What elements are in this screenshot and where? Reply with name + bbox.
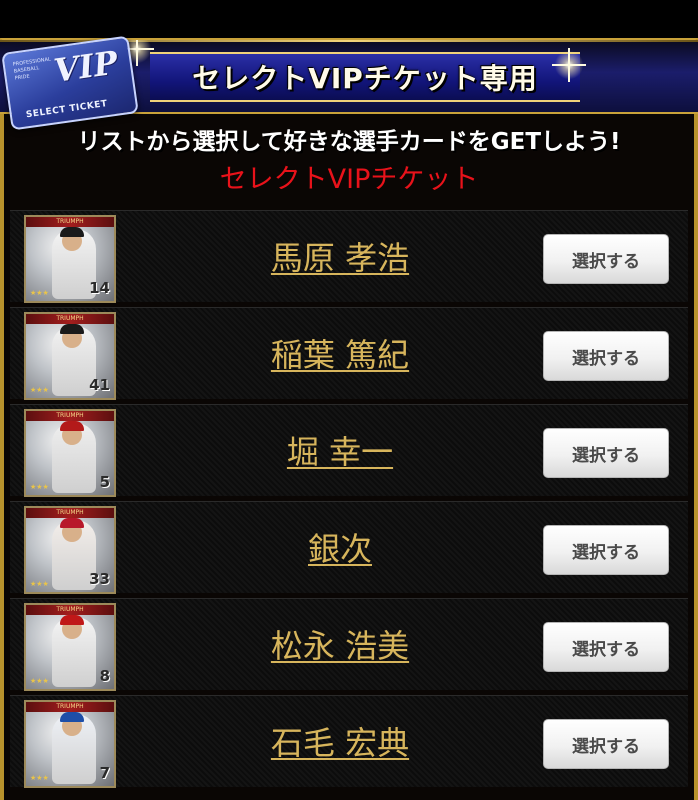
uniform-number: 8 <box>99 667 110 685</box>
select-button[interactable]: 選択する <box>543 428 669 478</box>
ticket-tiny-text: PROFESSIONAL BASEBALL PRIDE <box>12 56 52 82</box>
ticket-type-label: セレクトVIPチケット <box>219 164 479 195</box>
player-cap <box>60 227 84 237</box>
player-card-image[interactable]: TRIUMPH ★★★ 7 <box>24 700 116 788</box>
player-name-link[interactable]: 銀次 <box>190 524 490 570</box>
rating-stars-icon: ★★★ <box>30 483 49 491</box>
list-item: TRIUMPH ★★★ 5 堀 幸一 選択する <box>10 404 688 497</box>
player-card-image[interactable]: TRIUMPH ★★★ 8 <box>24 603 116 691</box>
player-cap <box>60 324 84 334</box>
player-name-link[interactable]: 松永 浩美 <box>190 621 490 667</box>
ticket-vip-logo: VIP <box>51 43 121 90</box>
player-name-link[interactable]: 馬原 孝浩 <box>190 233 490 279</box>
select-button[interactable]: 選択する <box>543 719 669 769</box>
select-button[interactable]: 選択する <box>543 622 669 672</box>
rating-stars-icon: ★★★ <box>30 677 49 685</box>
player-name-link[interactable]: 堀 幸一 <box>190 427 490 473</box>
uniform-number: 7 <box>99 764 110 782</box>
list-item: TRIUMPH ★★★ 33 銀次 選択する <box>10 501 688 594</box>
ticket-select-label: SELECT TICKET <box>25 99 109 121</box>
player-cap <box>60 518 84 528</box>
select-button[interactable]: 選択する <box>543 525 669 575</box>
player-card-image[interactable]: TRIUMPH ★★★ 33 <box>24 506 116 594</box>
rating-stars-icon: ★★★ <box>30 289 49 297</box>
player-cap <box>60 615 84 625</box>
player-card-image[interactable]: TRIUMPH ★★★ 14 <box>24 215 116 303</box>
rating-stars-icon: ★★★ <box>30 774 49 782</box>
card-ribbon: TRIUMPH <box>26 411 114 421</box>
uniform-number: 14 <box>89 279 110 297</box>
sparkle-icon <box>552 48 586 82</box>
title-plate: セレクトVIPチケット専用 <box>150 52 580 102</box>
select-button[interactable]: 選択する <box>543 234 669 284</box>
player-name-link[interactable]: 稲葉 篤紀 <box>190 330 490 376</box>
page-title: セレクトVIPチケット専用 <box>192 62 538 95</box>
list-item: TRIUMPH ★★★ 8 松永 浩美 選択する <box>10 598 688 691</box>
player-card-image[interactable]: TRIUMPH ★★★ 5 <box>24 409 116 497</box>
player-list: TRIUMPH ★★★ 14 馬原 孝浩 選択する TRIUMPH ★★★ 41… <box>10 210 688 792</box>
list-item: TRIUMPH ★★★ 41 稲葉 篤紀 選択する <box>10 307 688 400</box>
uniform-number: 5 <box>99 473 110 491</box>
select-button[interactable]: 選択する <box>543 331 669 381</box>
list-item: TRIUMPH ★★★ 7 石毛 宏典 選択する <box>10 695 688 788</box>
card-ribbon: TRIUMPH <box>26 314 114 324</box>
card-ribbon: TRIUMPH <box>26 605 114 615</box>
rating-stars-icon: ★★★ <box>30 580 49 588</box>
rating-stars-icon: ★★★ <box>30 386 49 394</box>
uniform-number: 33 <box>89 570 110 588</box>
player-cap <box>60 421 84 431</box>
player-name-link[interactable]: 石毛 宏典 <box>190 718 490 764</box>
card-ribbon: TRIUMPH <box>26 217 114 227</box>
list-item: TRIUMPH ★★★ 14 馬原 孝浩 選択する <box>10 210 688 303</box>
player-card-image[interactable]: TRIUMPH ★★★ 41 <box>24 312 116 400</box>
uniform-number: 41 <box>89 376 110 394</box>
player-cap <box>60 712 84 722</box>
card-ribbon: TRIUMPH <box>26 702 114 712</box>
card-ribbon: TRIUMPH <box>26 508 114 518</box>
instruction-text: リストから選択して好きな選手カードをGETしよう! <box>77 129 621 155</box>
